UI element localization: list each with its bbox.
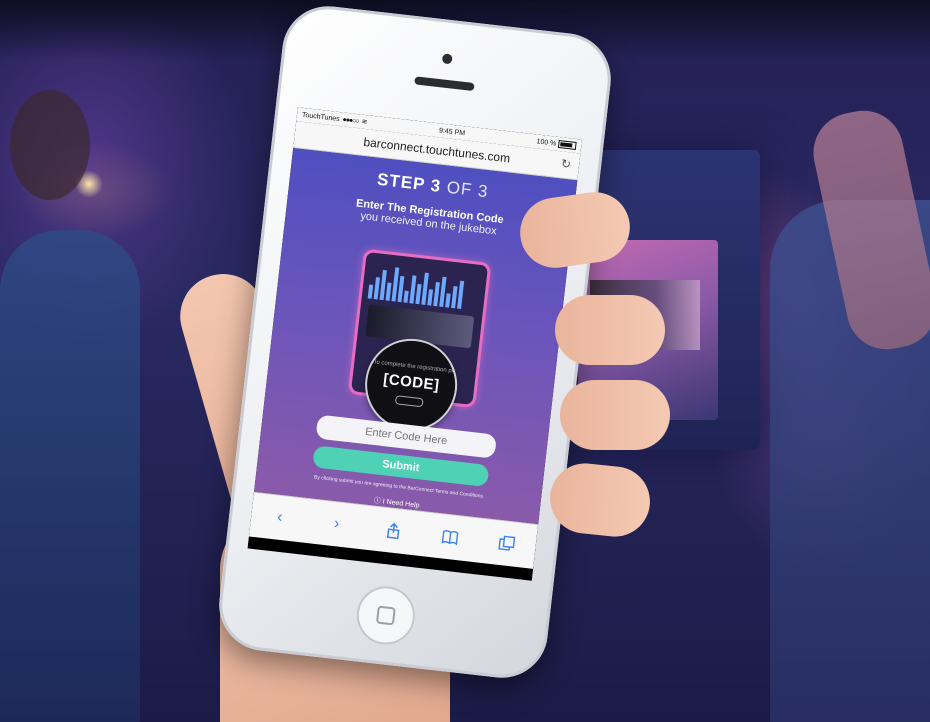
lens-ok-button	[394, 395, 424, 408]
carrier-label: TouchTunes	[301, 111, 341, 123]
share-icon[interactable]	[381, 519, 405, 543]
person-left	[0, 230, 140, 722]
person-left-head	[10, 90, 90, 200]
home-button-icon	[375, 605, 396, 626]
back-icon[interactable]: ‹	[268, 506, 292, 530]
home-button[interactable]	[353, 583, 418, 648]
step-total: OF 3	[445, 177, 490, 202]
wifi-icon: ≋	[361, 118, 368, 127]
bookmarks-icon[interactable]	[438, 525, 462, 549]
phone-screen: TouchTunes ●●●○○ ≋ 9:45 PM 100 % barconn…	[247, 107, 582, 581]
front-camera	[441, 53, 453, 65]
forward-icon[interactable]: ›	[324, 512, 348, 536]
battery-icon	[557, 139, 577, 150]
registration-code: [CODE]	[382, 370, 441, 394]
earpiece	[414, 76, 475, 92]
registration-page: STEP 3 OF 3 Enter The Registration Code …	[254, 147, 578, 525]
signal-icon: ●●●○○	[342, 115, 360, 125]
reload-icon[interactable]: ↻	[560, 156, 572, 171]
clock: 9:45 PM	[438, 126, 466, 137]
step-label: STEP 3	[376, 169, 443, 196]
tabs-icon[interactable]	[495, 532, 519, 556]
battery-percent: 100 %	[536, 138, 557, 148]
equalizer-bars	[362, 252, 488, 312]
